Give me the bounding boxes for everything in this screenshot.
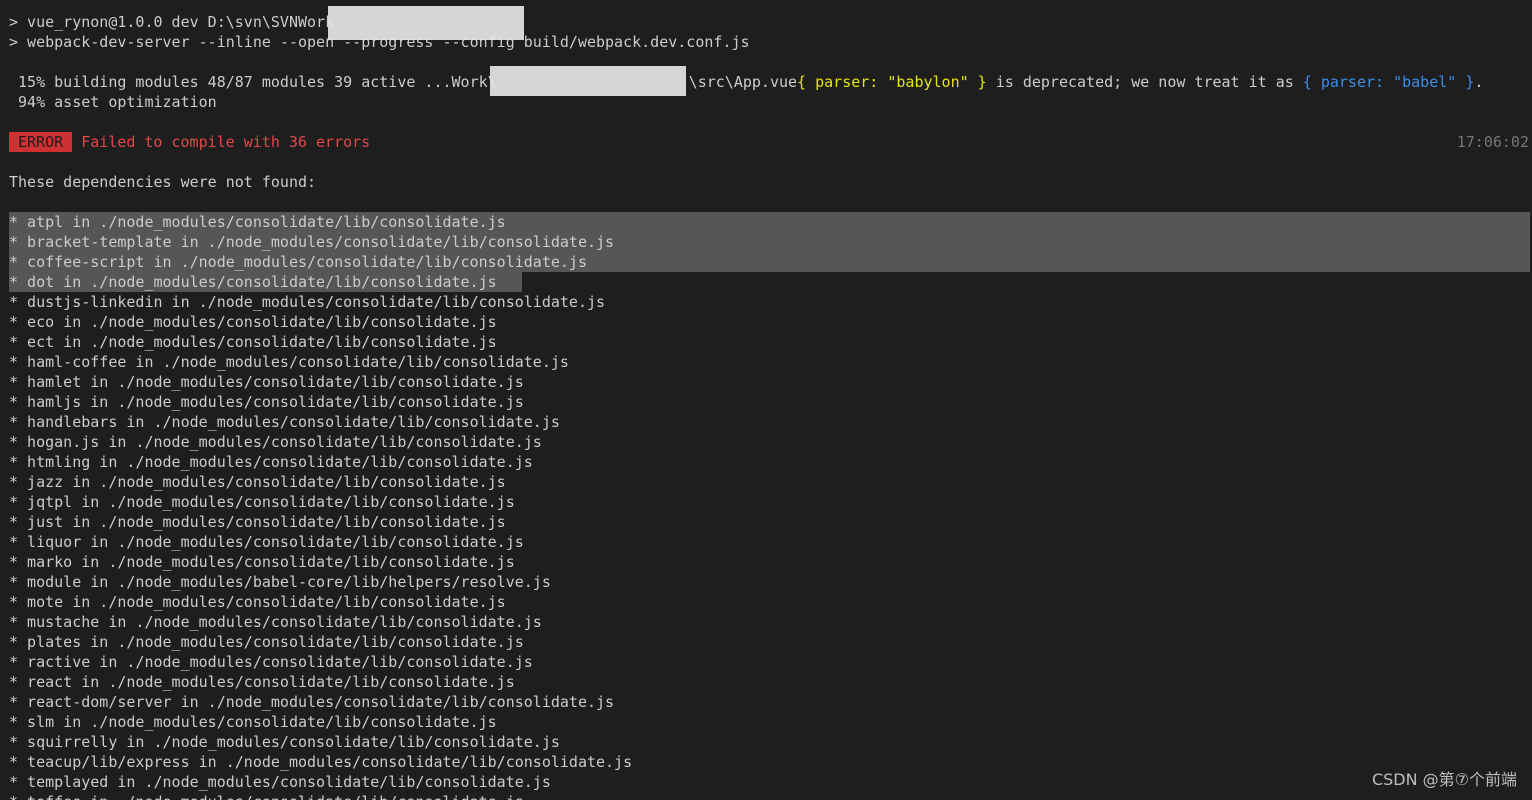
dependency-line: * hogan.js in ./node_modules/consolidate…	[9, 433, 542, 451]
dependency-line: * teacup/lib/express in ./node_modules/c…	[9, 753, 633, 771]
command-line-1: > vue_rynon@1.0.0 dev D:\svn\SVNWork	[9, 13, 335, 31]
dependency-line: * liquor in ./node_modules/consolidate/l…	[9, 533, 524, 551]
dependency-line: * templayed in ./node_modules/consolidat…	[9, 773, 551, 791]
dependency-line: * ractive in ./node_modules/consolidate/…	[9, 653, 533, 671]
progress-line: 15% building modules 48/87 modules 39 ac…	[9, 72, 1483, 92]
dependency-line: * dustjs-linkedin in ./node_modules/cons…	[9, 293, 606, 311]
error-badge: ERROR	[9, 132, 73, 152]
dependency-line: * hamljs in ./node_modules/consolidate/l…	[9, 393, 524, 411]
dependency-line: * eco in ./node_modules/consolidate/lib/…	[9, 313, 497, 331]
error-message: Failed to compile with 36 errors	[81, 133, 371, 151]
dependency-line: * jazz in ./node_modules/consolidate/lib…	[9, 473, 506, 491]
dependency-line: * mustache in ./node_modules/consolidate…	[9, 613, 542, 631]
dependency-line: * react-dom/server in ./node_modules/con…	[9, 693, 615, 711]
dependency-line: * ect in ./node_modules/consolidate/lib/…	[9, 333, 497, 351]
dependency-line: * dot in ./node_modules/consolidate/lib/…	[9, 273, 497, 291]
dependencies-heading: These dependencies were not found:	[9, 173, 317, 191]
error-timestamp: 17:06:02	[1456, 133, 1529, 151]
dependency-line: * coffee-script in ./node_modules/consol…	[9, 253, 587, 271]
dependency-line: * plates in ./node_modules/consolidate/l…	[9, 633, 524, 651]
dependency-line: * marko in ./node_modules/consolidate/li…	[9, 553, 515, 571]
dependency-line: * react in ./node_modules/consolidate/li…	[9, 673, 515, 691]
deprecation-message: is deprecated; we now treat it as	[986, 73, 1303, 91]
dependency-line: * mote in ./node_modules/consolidate/lib…	[9, 593, 506, 611]
dependency-line: * just in ./node_modules/consolidate/lib…	[9, 513, 506, 531]
dependency-line: * toffee in ./node_modules/consolidate/l…	[9, 792, 524, 800]
error-line: ERROR Failed to compile with 36 errors	[9, 132, 370, 152]
redaction-mask	[328, 6, 524, 40]
dependency-line: * hamlet in ./node_modules/consolidate/l…	[9, 373, 524, 391]
dependency-line: * module in ./node_modules/babel-core/li…	[9, 573, 551, 591]
progress-text: 15% building modules 48/87 modules 39 ac…	[9, 73, 497, 91]
dependency-line: * squirrelly in ./node_modules/consolida…	[9, 733, 560, 751]
watermark: CSDN @第⑦个前端	[1371, 770, 1517, 789]
redaction-mask	[490, 66, 686, 96]
terminal-output[interactable]: > vue_rynon@1.0.0 dev D:\svn\SVNWork > w…	[0, 0, 1532, 800]
dependency-line: * haml-coffee in ./node_modules/consolid…	[9, 353, 569, 371]
new-parser-text: { parser: "babel" }	[1302, 73, 1475, 91]
dependency-line: * atpl in ./node_modules/consolidate/lib…	[9, 213, 506, 231]
dependency-line: * handlebars in ./node_modules/consolida…	[9, 413, 560, 431]
deprecated-parser-text: { parser: "babylon" }	[797, 73, 987, 91]
dependency-line: * jqtpl in ./node_modules/consolidate/li…	[9, 493, 515, 511]
dependency-line: * htmling in ./node_modules/consolidate/…	[9, 453, 533, 471]
dependency-line: * slm in ./node_modules/consolidate/lib/…	[9, 713, 497, 731]
asset-optimization-line: 94% asset optimization	[9, 93, 217, 111]
dependency-line: * bracket-template in ./node_modules/con…	[9, 233, 615, 251]
progress-path: \src\App.vue	[688, 73, 798, 91]
deprecation-period: .	[1474, 73, 1484, 91]
